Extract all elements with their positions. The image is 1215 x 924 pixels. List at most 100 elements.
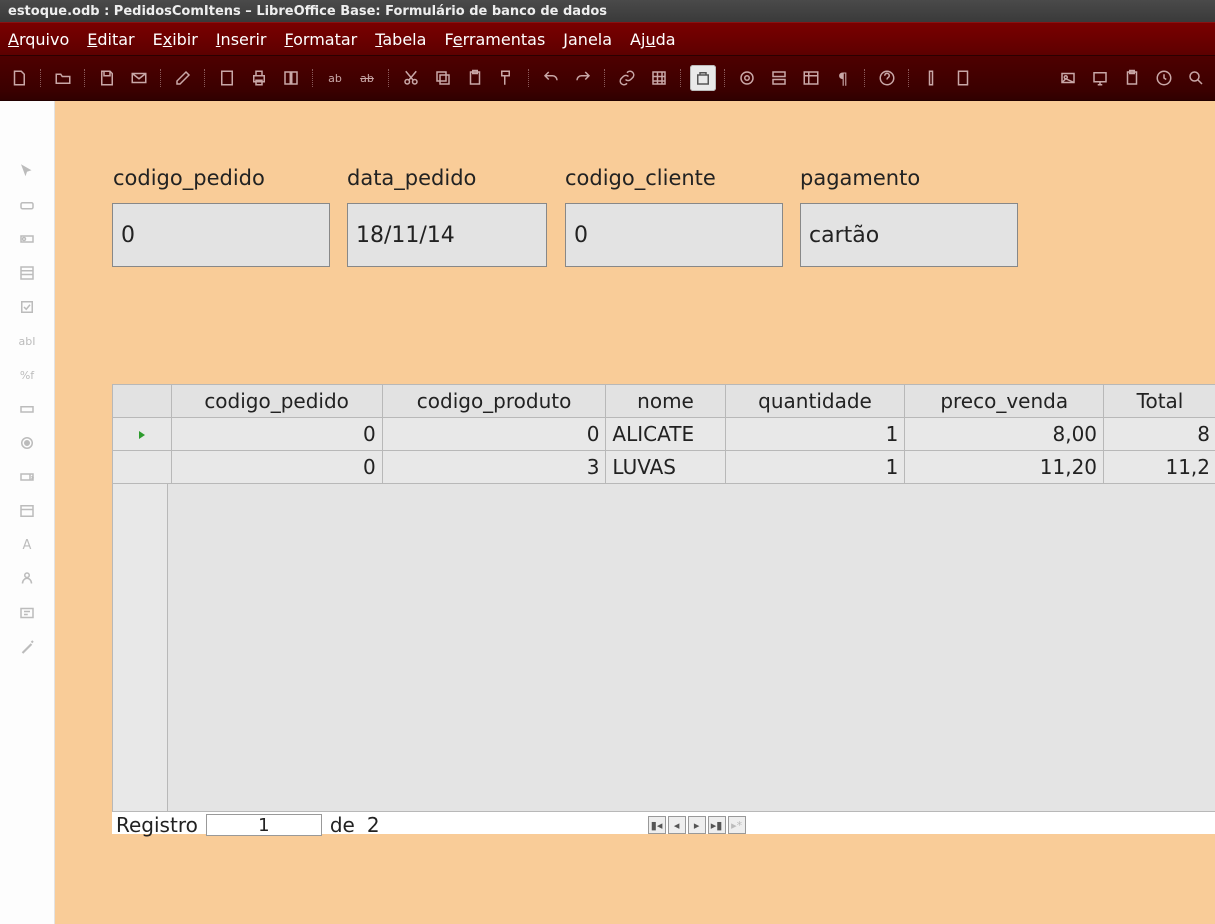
- menu-arquivo[interactable]: Arquivo: [8, 30, 69, 49]
- radio-button-icon[interactable]: [15, 433, 39, 453]
- cell-preco-venda[interactable]: 11,20: [905, 451, 1104, 484]
- table-row[interactable]: 0 3 LUVAS 1 11,20 11,2: [113, 451, 1215, 484]
- toolbar-separator: [38, 65, 44, 91]
- recnav-of-label: de: [326, 813, 359, 837]
- menu-editar[interactable]: Editar: [87, 30, 134, 49]
- cell-total[interactable]: 11,2: [1104, 451, 1215, 484]
- edit-icon[interactable]: [170, 65, 196, 91]
- new-record-icon[interactable]: ▸*: [728, 816, 746, 834]
- row-marker[interactable]: [113, 451, 172, 484]
- menu-bar: Arquivo Editar Exibir Inserir Formatar T…: [0, 22, 1215, 56]
- menu-janela[interactable]: Janela: [563, 30, 612, 49]
- copy-icon[interactable]: [430, 65, 456, 91]
- toolbar-separator: [158, 65, 164, 91]
- col-quantidade[interactable]: quantidade: [725, 385, 905, 418]
- toolbar-separator: [906, 65, 912, 91]
- data-source-icon[interactable]: [766, 65, 792, 91]
- clock-icon[interactable]: [1151, 65, 1177, 91]
- current-row-marker-icon[interactable]: [113, 418, 172, 451]
- new-doc-icon[interactable]: [6, 65, 32, 91]
- more-controls-icon[interactable]: [15, 501, 39, 521]
- input-pagamento[interactable]: cartão: [800, 203, 1018, 267]
- last-record-icon[interactable]: ▸▮: [708, 816, 726, 834]
- form-design-icon[interactable]: [690, 65, 716, 91]
- cell-codigo-produto[interactable]: 3: [382, 451, 606, 484]
- clone-format-icon[interactable]: [494, 65, 520, 91]
- col-codigo-produto[interactable]: codigo_produto: [382, 385, 606, 418]
- select-icon[interactable]: [15, 161, 39, 181]
- input-codigo-cliente[interactable]: 0: [565, 203, 783, 267]
- form-canvas[interactable]: codigo_pedido data_pedido codigo_cliente…: [55, 101, 1215, 924]
- help-icon[interactable]: [874, 65, 900, 91]
- label-field-icon[interactable]: abI: [15, 331, 39, 351]
- list-box-icon[interactable]: [15, 263, 39, 283]
- clipboard-icon[interactable]: [1119, 65, 1145, 91]
- redo-icon[interactable]: [570, 65, 596, 91]
- grid-empty-area[interactable]: [112, 484, 1215, 812]
- next-record-icon[interactable]: ▸: [688, 816, 706, 834]
- toolbar-separator: [678, 65, 684, 91]
- first-record-icon[interactable]: ▮◂: [648, 816, 666, 834]
- zoom-page-icon[interactable]: [950, 65, 976, 91]
- export-pdf-icon[interactable]: [214, 65, 240, 91]
- hyperlink-icon[interactable]: [614, 65, 640, 91]
- find-icon[interactable]: [1183, 65, 1209, 91]
- menu-inserir[interactable]: Inserir: [216, 30, 267, 49]
- formatted-field-icon[interactable]: %f: [15, 365, 39, 385]
- menu-formatar[interactable]: Formatar: [284, 30, 357, 49]
- menu-exibir[interactable]: Exibir: [153, 30, 198, 49]
- menu-tabela[interactable]: Tabela: [375, 30, 426, 49]
- print-preview-icon[interactable]: [278, 65, 304, 91]
- subform-grid[interactable]: codigo_pedido codigo_produto nome quanti…: [112, 384, 1215, 834]
- mail-icon[interactable]: [126, 65, 152, 91]
- push-button-icon[interactable]: [15, 195, 39, 215]
- font-icon[interactable]: A: [15, 535, 39, 555]
- zoom-icon[interactable]: [918, 65, 944, 91]
- cell-preco-venda[interactable]: 8,00: [905, 418, 1104, 451]
- option-button-icon[interactable]: [15, 229, 39, 249]
- table-icon[interactable]: [646, 65, 672, 91]
- cell-codigo-produto[interactable]: 0: [382, 418, 606, 451]
- recnav-current-input[interactable]: 1: [206, 814, 322, 836]
- menu-ferramentas[interactable]: Ferramentas: [444, 30, 545, 49]
- label-data-pedido: data_pedido: [347, 166, 476, 190]
- data-to-text-icon[interactable]: [798, 65, 824, 91]
- save-icon[interactable]: [94, 65, 120, 91]
- col-nome[interactable]: nome: [606, 385, 725, 418]
- cell-nome[interactable]: LUVAS: [606, 451, 725, 484]
- check-box-icon[interactable]: [15, 297, 39, 317]
- cell-codigo-pedido[interactable]: 0: [171, 451, 382, 484]
- text-box-icon[interactable]: [15, 399, 39, 419]
- wizard-icon[interactable]: [15, 637, 39, 657]
- cell-quantidade[interactable]: 1: [725, 418, 905, 451]
- record-search-icon[interactable]: [734, 65, 760, 91]
- form-properties-icon[interactable]: [15, 603, 39, 623]
- cut-icon[interactable]: [398, 65, 424, 91]
- auto-spellcheck-icon[interactable]: ab: [354, 65, 380, 91]
- spellcheck-icon[interactable]: ab: [322, 65, 348, 91]
- window-title: estoque.odb : PedidosComItens – LibreOff…: [8, 4, 607, 19]
- input-codigo-pedido[interactable]: 0: [112, 203, 330, 267]
- open-icon[interactable]: [50, 65, 76, 91]
- cell-quantidade[interactable]: 1: [725, 451, 905, 484]
- col-codigo-pedido[interactable]: codigo_pedido: [171, 385, 382, 418]
- design-mode-icon[interactable]: [15, 569, 39, 589]
- col-total[interactable]: Total: [1104, 385, 1215, 418]
- cell-total[interactable]: 8: [1104, 418, 1215, 451]
- image-icon[interactable]: [1055, 65, 1081, 91]
- undo-icon[interactable]: [538, 65, 564, 91]
- col-preco-venda[interactable]: preco_venda: [905, 385, 1104, 418]
- row-marker-header[interactable]: [113, 385, 172, 418]
- menu-ajuda[interactable]: Ajuda: [630, 30, 676, 49]
- cell-nome[interactable]: ALICATE: [606, 418, 725, 451]
- table-row[interactable]: 0 0 ALICATE 1 8,00 8: [113, 418, 1215, 451]
- combo-box-icon[interactable]: [15, 467, 39, 487]
- prev-record-icon[interactable]: ◂: [668, 816, 686, 834]
- items-table[interactable]: codigo_pedido codigo_produto nome quanti…: [112, 384, 1215, 484]
- cell-codigo-pedido[interactable]: 0: [171, 418, 382, 451]
- screen-icon[interactable]: [1087, 65, 1113, 91]
- input-data-pedido[interactable]: 18/11/14: [347, 203, 547, 267]
- paragraph-icon[interactable]: ¶: [830, 65, 856, 91]
- print-icon[interactable]: [246, 65, 272, 91]
- paste-icon[interactable]: [462, 65, 488, 91]
